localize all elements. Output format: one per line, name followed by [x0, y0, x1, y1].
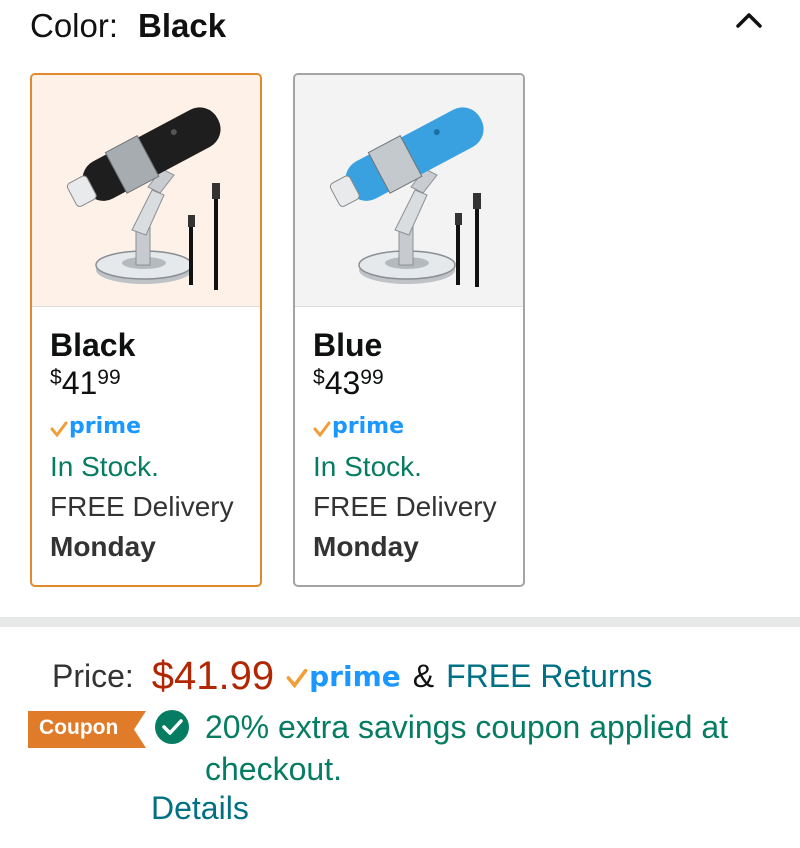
- coupon-message: 20% extra savings coupon applied at chec…: [205, 709, 729, 787]
- prime-check-icon: [286, 668, 308, 689]
- variation-selected-value: Black: [138, 7, 227, 44]
- prime-check-icon: [313, 421, 331, 437]
- prime-badge: prime: [286, 660, 401, 693]
- product-image-black: [32, 75, 260, 307]
- swatch-price: $ 41 99: [50, 365, 121, 401]
- prime-badge: prime: [50, 414, 260, 444]
- variation-header: Color: Black: [30, 4, 226, 48]
- swatch-info: Blue $ 43 99 prime In Stock. FREE Delive…: [295, 307, 523, 564]
- price-row: Price: $41.99 prime & FREE Returns: [52, 652, 652, 700]
- prime-check-icon: [50, 421, 68, 437]
- variation-label: Color:: [30, 7, 119, 44]
- stock-status: In Stock.: [50, 451, 159, 482]
- section-divider: [0, 617, 800, 627]
- swatch-name: Blue: [313, 327, 383, 363]
- prime-badge: prime: [313, 414, 523, 444]
- swatch-blue[interactable]: Blue $ 43 99 prime In Stock. FREE Delive…: [293, 73, 525, 587]
- swatch-name: Black: [50, 327, 136, 363]
- delivery-text: FREE Delivery: [50, 491, 234, 522]
- swatch-price: $ 43 99: [313, 365, 384, 401]
- chevron-up-icon[interactable]: [734, 8, 764, 30]
- free-returns-link[interactable]: FREE Returns: [446, 658, 652, 695]
- delivery-day: Monday: [50, 531, 156, 562]
- coupon-details-link[interactable]: Details: [151, 790, 249, 827]
- ampersand: &: [412, 657, 435, 694]
- delivery-day: Monday: [313, 531, 419, 562]
- check-circle-icon[interactable]: [154, 709, 190, 745]
- delivery-text: FREE Delivery: [313, 491, 497, 522]
- swatch-black[interactable]: Black $ 41 99 prime In Stock. FREE Deliv…: [30, 73, 262, 587]
- price-label: Price:: [52, 657, 134, 694]
- swatch-info: Black $ 41 99 prime In Stock. FREE Deliv…: [32, 307, 260, 564]
- price-value: $41.99: [151, 653, 275, 698]
- coupon-badge: Coupon: [28, 711, 146, 748]
- product-image-blue: [295, 75, 523, 307]
- stock-status: In Stock.: [313, 451, 422, 482]
